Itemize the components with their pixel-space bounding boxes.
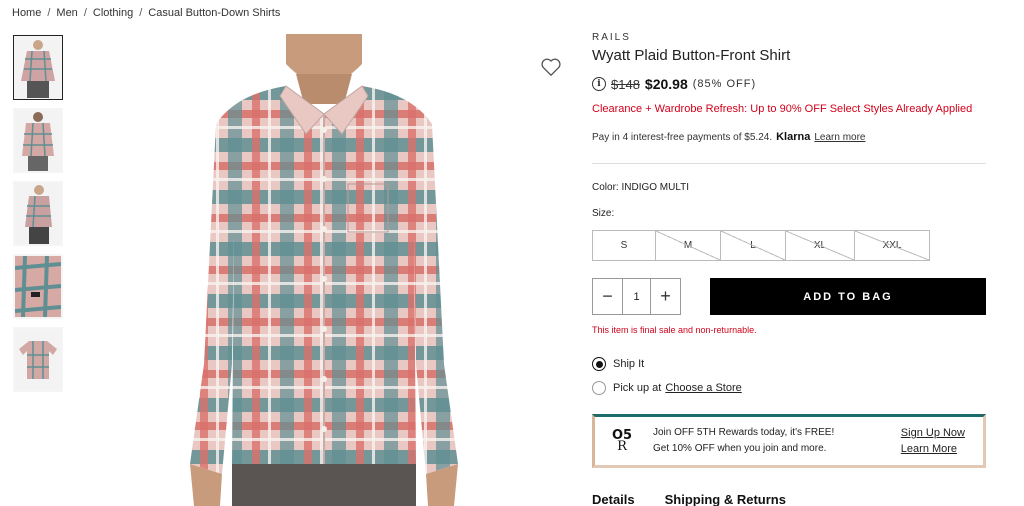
product-title: Wyatt Plaid Button-Front Shirt <box>592 47 791 64</box>
rewards-links: Sign Up Now Learn More <box>901 425 965 457</box>
original-price: $148 <box>611 76 640 92</box>
size-option-s[interactable]: S <box>592 230 656 261</box>
klarna-text: Pay in 4 interest-free payments of $5.24… <box>592 131 773 143</box>
klarna-installments: Pay in 4 interest-free payments of $5.24… <box>592 131 866 143</box>
quantity-stepper: − 1 + <box>592 278 681 315</box>
breadcrumb-home[interactable]: Home <box>12 7 41 19</box>
thumbnail-1[interactable] <box>13 35 63 100</box>
color-selection: Color: INDIGO MULTI <box>592 182 689 193</box>
klarna-learn-more-link[interactable]: Learn more <box>814 132 865 143</box>
thumbnail-4[interactable] <box>13 254 63 319</box>
rewards-stripe <box>887 414 983 417</box>
pickup-option[interactable]: Pick up at Choose a Store <box>592 381 742 395</box>
product-tabs: Details Shipping & Returns <box>592 492 786 506</box>
rewards-logo-bottom: R <box>617 439 627 454</box>
choose-store-link[interactable]: Choose a Store <box>665 382 741 394</box>
breadcrumb-men[interactable]: Men <box>56 7 77 19</box>
shirt-detail-thumbnail <box>15 256 61 317</box>
tab-details[interactable]: Details <box>592 492 635 506</box>
product-brand[interactable]: RAILS <box>592 32 631 43</box>
breadcrumb-separator: / <box>47 7 51 19</box>
rewards-line-1: Join OFF 5TH Rewards today, it's FREE! <box>653 427 835 438</box>
shirt-side-thumbnail <box>15 183 61 244</box>
ship-it-label: Ship It <box>613 358 645 370</box>
color-label: Color: <box>592 182 619 193</box>
off5th-rewards-logo: O5 R <box>595 429 649 454</box>
main-product-image[interactable] <box>176 34 472 506</box>
discount-percent: (85% OFF) <box>692 78 757 90</box>
thumbnail-gallery <box>13 35 63 400</box>
rewards-learn-more-link[interactable]: Learn More <box>901 441 965 457</box>
tab-shipping-returns[interactable]: Shipping & Returns <box>665 492 786 506</box>
plaid-shirt-model-image <box>176 34 472 506</box>
rewards-line-2: Get 10% OFF when you join and more. <box>653 443 827 454</box>
size-option-xxl[interactable]: XXL <box>854 230 930 261</box>
breadcrumb-separator: / <box>83 7 87 19</box>
breadcrumb-separator: / <box>139 7 143 19</box>
shirt-flat-thumbnail <box>15 329 61 390</box>
thumbnail-2[interactable] <box>13 108 63 173</box>
breadcrumb: Home / Men / Clothing / Casual Button-Do… <box>12 7 280 19</box>
thumbnail-3[interactable] <box>13 181 63 246</box>
sign-up-now-link[interactable]: Sign Up Now <box>901 425 965 441</box>
sale-price: $20.98 <box>644 76 688 92</box>
ship-it-option[interactable]: Ship It <box>592 357 644 371</box>
promo-message: Clearance + Wardrobe Refresh: Up to 90% … <box>592 103 973 115</box>
size-options: S M L XL XXL <box>592 230 930 261</box>
pickup-label: Pick up at <box>613 382 662 394</box>
rewards-text: Join OFF 5TH Rewards today, it's FREE! G… <box>653 425 834 457</box>
quantity-value[interactable]: 1 <box>622 279 651 314</box>
quantity-increase-button[interactable]: + <box>651 279 680 314</box>
price-row: i $148 $20.98 (85% OFF) <box>592 76 756 92</box>
color-value: INDIGO MULTI <box>621 182 690 193</box>
breadcrumb-casual-shirts[interactable]: Casual Button-Down Shirts <box>148 7 280 19</box>
thumbnail-5[interactable] <box>13 327 63 392</box>
rewards-banner: O5 R Join OFF 5TH Rewards today, it's FR… <box>592 414 986 468</box>
klarna-logo: Klarna <box>776 131 811 143</box>
shirt-front-thumbnail <box>15 37 61 98</box>
final-sale-notice: This item is final sale and non-returnab… <box>592 325 757 335</box>
breadcrumb-clothing[interactable]: Clothing <box>93 7 133 19</box>
ship-it-radio[interactable] <box>592 357 606 371</box>
info-icon[interactable]: i <box>592 77 606 91</box>
add-to-bag-button[interactable]: ADD TO BAG <box>710 278 986 315</box>
shirt-back-thumbnail <box>15 110 61 171</box>
size-option-m[interactable]: M <box>655 230 721 261</box>
divider <box>592 163 986 164</box>
size-option-xl[interactable]: XL <box>785 230 855 261</box>
quantity-decrease-button[interactable]: − <box>593 279 622 314</box>
size-label: Size: <box>592 208 615 219</box>
pickup-radio[interactable] <box>592 381 606 395</box>
size-option-l[interactable]: L <box>720 230 786 261</box>
wishlist-heart-icon[interactable] <box>540 56 562 78</box>
